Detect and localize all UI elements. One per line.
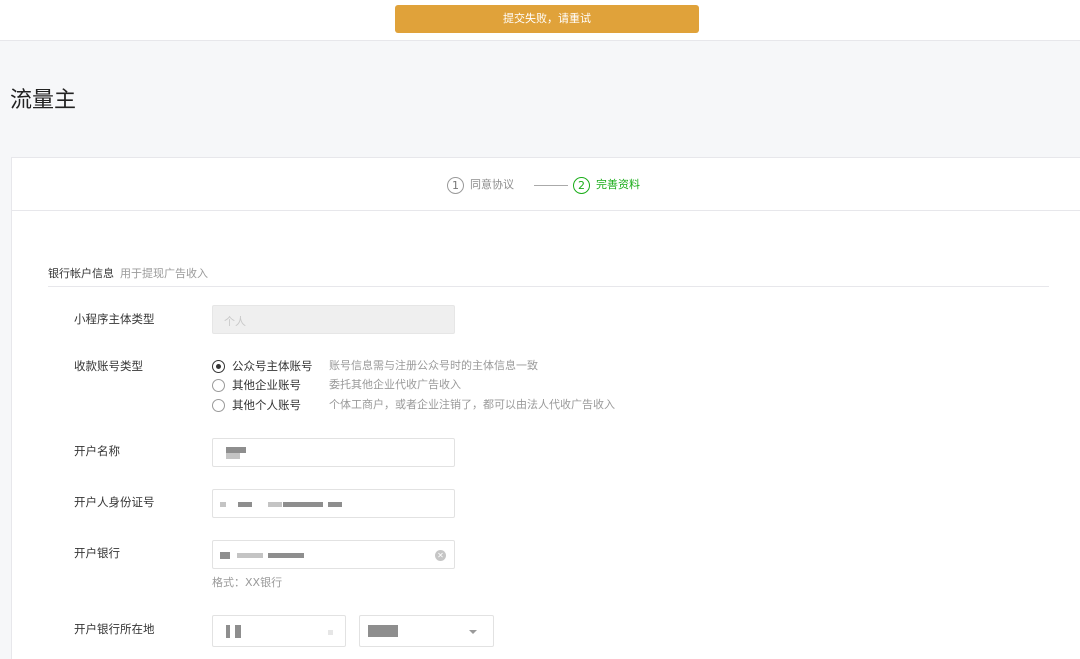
- masked-value: [220, 502, 226, 507]
- masked-value: [237, 553, 263, 558]
- bank-label: 开户银行: [74, 546, 120, 560]
- option-hint: 委托其他企业代收广告收入: [329, 378, 461, 391]
- account-type-option-enterprise[interactable]: 其他企业账号 委托其他企业代收广告收入: [212, 377, 461, 393]
- step-number-2: 2: [573, 176, 590, 194]
- account-type-option-personal[interactable]: 其他个人账号 个体工商户，或者企业注销了，都可以由法人代收广告收入: [212, 397, 615, 413]
- step-connector: [534, 185, 568, 186]
- chevron-down-icon[interactable]: [469, 630, 477, 634]
- step-indicator: 1 同意协议 2 完善资料: [12, 158, 1080, 211]
- radio-unchecked-icon[interactable]: [212, 398, 225, 412]
- masked-value: [368, 625, 398, 637]
- masked-value: [220, 552, 230, 559]
- masked-value: [328, 502, 342, 507]
- masked-value: [238, 502, 252, 507]
- section-subtitle: 用于提现广告收入: [120, 267, 208, 280]
- subject-type-field: 个人: [212, 305, 455, 334]
- masked-value: [283, 502, 323, 507]
- option-label: 公众号主体账号: [232, 359, 313, 373]
- subject-type-label: 小程序主体类型: [74, 312, 155, 326]
- page-title: 流量主: [10, 88, 77, 113]
- masked-value: [268, 502, 282, 507]
- option-hint: 账号信息需与注册公众号时的主体信息一致: [329, 359, 538, 372]
- id-number-label: 开户人身份证号: [74, 495, 155, 509]
- form-card: 1 同意协议 2 完善资料 银行帐户信息 用于提现广告收入 小程序主体类型 个人 …: [11, 157, 1080, 659]
- account-name-input[interactable]: [212, 438, 455, 467]
- step-agree-protocol: 1 同意协议: [447, 176, 514, 194]
- radio-checked-icon[interactable]: [212, 359, 225, 373]
- section-title: 银行帐户信息: [48, 267, 114, 280]
- bank-location-label: 开户银行所在地: [74, 622, 155, 636]
- radio-unchecked-icon[interactable]: [212, 378, 225, 392]
- option-label: 其他企业账号: [232, 378, 301, 392]
- masked-value: [226, 453, 240, 459]
- step-label: 完善资料: [596, 178, 640, 191]
- step-complete-info: 2 完善资料: [573, 176, 640, 194]
- error-toast: 提交失败，请重试: [395, 5, 699, 33]
- masked-value: [328, 630, 333, 635]
- masked-value: [226, 625, 230, 638]
- top-bar: 提交失败，请重试: [0, 0, 1080, 41]
- account-type-option-official[interactable]: 公众号主体账号 账号信息需与注册公众号时的主体信息一致: [212, 358, 538, 374]
- subject-type-placeholder: 个人: [224, 315, 246, 328]
- account-type-label: 收款账号类型: [74, 359, 143, 373]
- step-label: 同意协议: [470, 178, 514, 191]
- clear-circle-icon[interactable]: ✕: [435, 550, 446, 561]
- city-select[interactable]: [359, 615, 494, 647]
- step-number-1: 1: [447, 176, 464, 194]
- id-number-input[interactable]: [212, 489, 455, 518]
- bank-input[interactable]: ✕: [212, 540, 455, 569]
- option-label: 其他个人账号: [232, 398, 301, 412]
- masked-value: [235, 625, 241, 638]
- account-name-label: 开户名称: [74, 444, 120, 458]
- province-select[interactable]: [212, 615, 346, 647]
- bank-format-hint: 格式：XX银行: [212, 576, 283, 589]
- section-header: 银行帐户信息 用于提现广告收入: [48, 267, 1049, 287]
- option-hint: 个体工商户，或者企业注销了，都可以由法人代收广告收入: [329, 398, 615, 411]
- masked-value: [268, 553, 304, 558]
